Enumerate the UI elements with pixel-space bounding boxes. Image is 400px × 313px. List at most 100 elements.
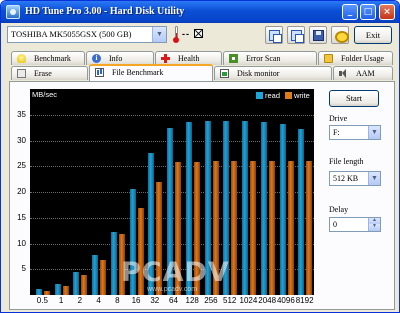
tab-label: Error Scan <box>246 54 281 63</box>
tab-label: Folder Usage <box>341 54 384 63</box>
options-icon <box>335 30 349 43</box>
delay-input[interactable]: 0 ▲ ▼ <box>329 217 381 232</box>
start-button[interactable]: Start <box>329 90 379 107</box>
tab-label: Benchmark <box>34 54 71 63</box>
y-tick-label: 20 <box>17 187 26 196</box>
file-benchmark-icon <box>95 68 104 77</box>
tab-label: Info <box>109 54 123 63</box>
legend-read: read <box>256 91 280 100</box>
x-tick-label: 32 <box>150 296 160 305</box>
delay-label: Delay <box>329 205 349 214</box>
drive-letter-value: F: <box>333 128 340 137</box>
temperature-value: -- <box>182 29 190 39</box>
health-status-icon <box>194 29 203 38</box>
y-tick-label: 30 <box>17 135 26 145</box>
speaker-icon <box>339 69 348 78</box>
x-tick-label: 4 <box>96 296 101 305</box>
save-icon <box>313 30 324 41</box>
copy-text-button[interactable] <box>265 26 283 44</box>
y-tick-label: 10 <box>17 238 26 248</box>
exit-button[interactable]: Exit <box>354 26 392 44</box>
close-button[interactable]: × <box>379 4 395 20</box>
minimize-button[interactable]: _ <box>342 4 358 20</box>
chevron-down-icon[interactable]: ▼ <box>368 126 380 139</box>
watermark: PCADV <box>121 257 230 288</box>
drive-label: Drive <box>329 114 348 123</box>
tab-label: Disk monitor <box>237 69 280 78</box>
watermark-url: www.pcadv.com <box>147 286 198 293</box>
chevron-down-icon[interactable]: ▼ <box>368 172 380 185</box>
tab-erase[interactable]: Erase <box>11 66 88 80</box>
tab-aam[interactable]: AAM <box>333 66 393 80</box>
tab-folder-usage[interactable]: Folder Usage <box>318 51 393 65</box>
health-cross-icon <box>161 54 170 63</box>
tab-error-scan[interactable]: Error Scan <box>223 51 317 65</box>
drive-letter-select[interactable]: F: ▼ <box>329 125 381 140</box>
tab-label: Erase <box>34 69 52 78</box>
tab-file-benchmark[interactable]: File Benchmark <box>89 64 213 81</box>
bar-read <box>242 121 249 295</box>
spin-down-icon[interactable]: ▼ <box>368 224 380 231</box>
tab-disk-monitor[interactable]: Disk monitor <box>214 66 332 80</box>
chevron-down-icon[interactable]: ▼ <box>152 27 166 42</box>
tab-benchmark[interactable]: Benchmark <box>11 51 85 65</box>
x-tick-label: 1 <box>58 296 64 305</box>
maximize-button[interactable]: □ <box>360 4 376 20</box>
gridline <box>30 114 314 116</box>
x-tick-label: 0.5 <box>36 296 48 305</box>
delay-value: 0 <box>333 220 337 229</box>
drive-select-value: TOSHIBA MK5055GSX (500 GB) <box>11 29 132 39</box>
x-tick-label: 256 <box>204 296 218 305</box>
tab-label: AAM <box>356 69 375 78</box>
x-tick-label: 128 <box>185 296 199 305</box>
error-scan-icon <box>229 54 238 63</box>
x-tick-label: 8 <box>115 296 120 305</box>
bar-read <box>92 255 99 295</box>
bar-write <box>231 161 238 295</box>
save-button[interactable] <box>309 26 327 44</box>
legend-write: write <box>285 91 310 100</box>
bar-write <box>268 161 275 295</box>
y-tick-label: 5 <box>21 264 26 274</box>
tab-strip: Benchmark i Info Health Error Scan Folde… <box>11 51 395 82</box>
disk-monitor-icon <box>220 69 229 78</box>
x-tick-label: 4096 <box>276 296 295 305</box>
bar-write <box>44 290 50 295</box>
thermometer-icon <box>173 26 179 43</box>
x-tick-label: 8192 <box>295 296 314 305</box>
legend-read-label: read <box>265 91 281 100</box>
copy-screenshot-icon <box>291 30 304 43</box>
legend-read-swatch <box>256 92 263 99</box>
tab-info[interactable]: i Info <box>86 51 154 65</box>
bar-read <box>110 232 117 295</box>
bar-write <box>287 161 294 295</box>
erase-icon <box>17 69 26 78</box>
app-icon <box>6 5 20 19</box>
window-title: HD Tune Pro 3.00 - Hard Disk Utility <box>25 6 185 17</box>
legend-write-swatch <box>285 92 292 99</box>
y-tick-label: 35 <box>17 109 26 119</box>
file-length-select[interactable]: 512 KB ▼ <box>329 171 381 186</box>
bar-write <box>306 161 313 295</box>
drive-select[interactable]: TOSHIBA MK5055GSX (500 GB) ▼ <box>7 26 167 43</box>
bar-write <box>81 275 88 295</box>
x-tick-label: 2048 <box>258 296 277 305</box>
copy-screenshot-button[interactable] <box>287 26 305 44</box>
chart-y-axis-label: MB/sec <box>32 90 58 99</box>
app-window: HD Tune Pro 3.00 - Hard Disk Utility _ □… <box>0 0 400 313</box>
x-tick-label: 512 <box>223 296 237 305</box>
file-length-label: File length <box>329 157 364 166</box>
bar-read <box>279 124 286 295</box>
tab-label: File Benchmark <box>112 68 164 77</box>
tab-health[interactable]: Health <box>155 51 222 65</box>
tab-label: Health <box>178 54 200 63</box>
legend-write-label: write <box>294 91 310 100</box>
copy-text-icon <box>269 30 282 43</box>
bar-read <box>260 122 267 295</box>
bulb-icon <box>17 54 26 63</box>
options-button[interactable] <box>331 26 349 44</box>
title-bar[interactable]: HD Tune Pro 3.00 - Hard Disk Utility _ □… <box>1 1 399 23</box>
x-tick-label: 16 <box>131 296 141 305</box>
control-panel: Start Drive F: ▼ File length 512 KB ▼ De… <box>325 89 387 295</box>
bar-write <box>62 285 69 295</box>
